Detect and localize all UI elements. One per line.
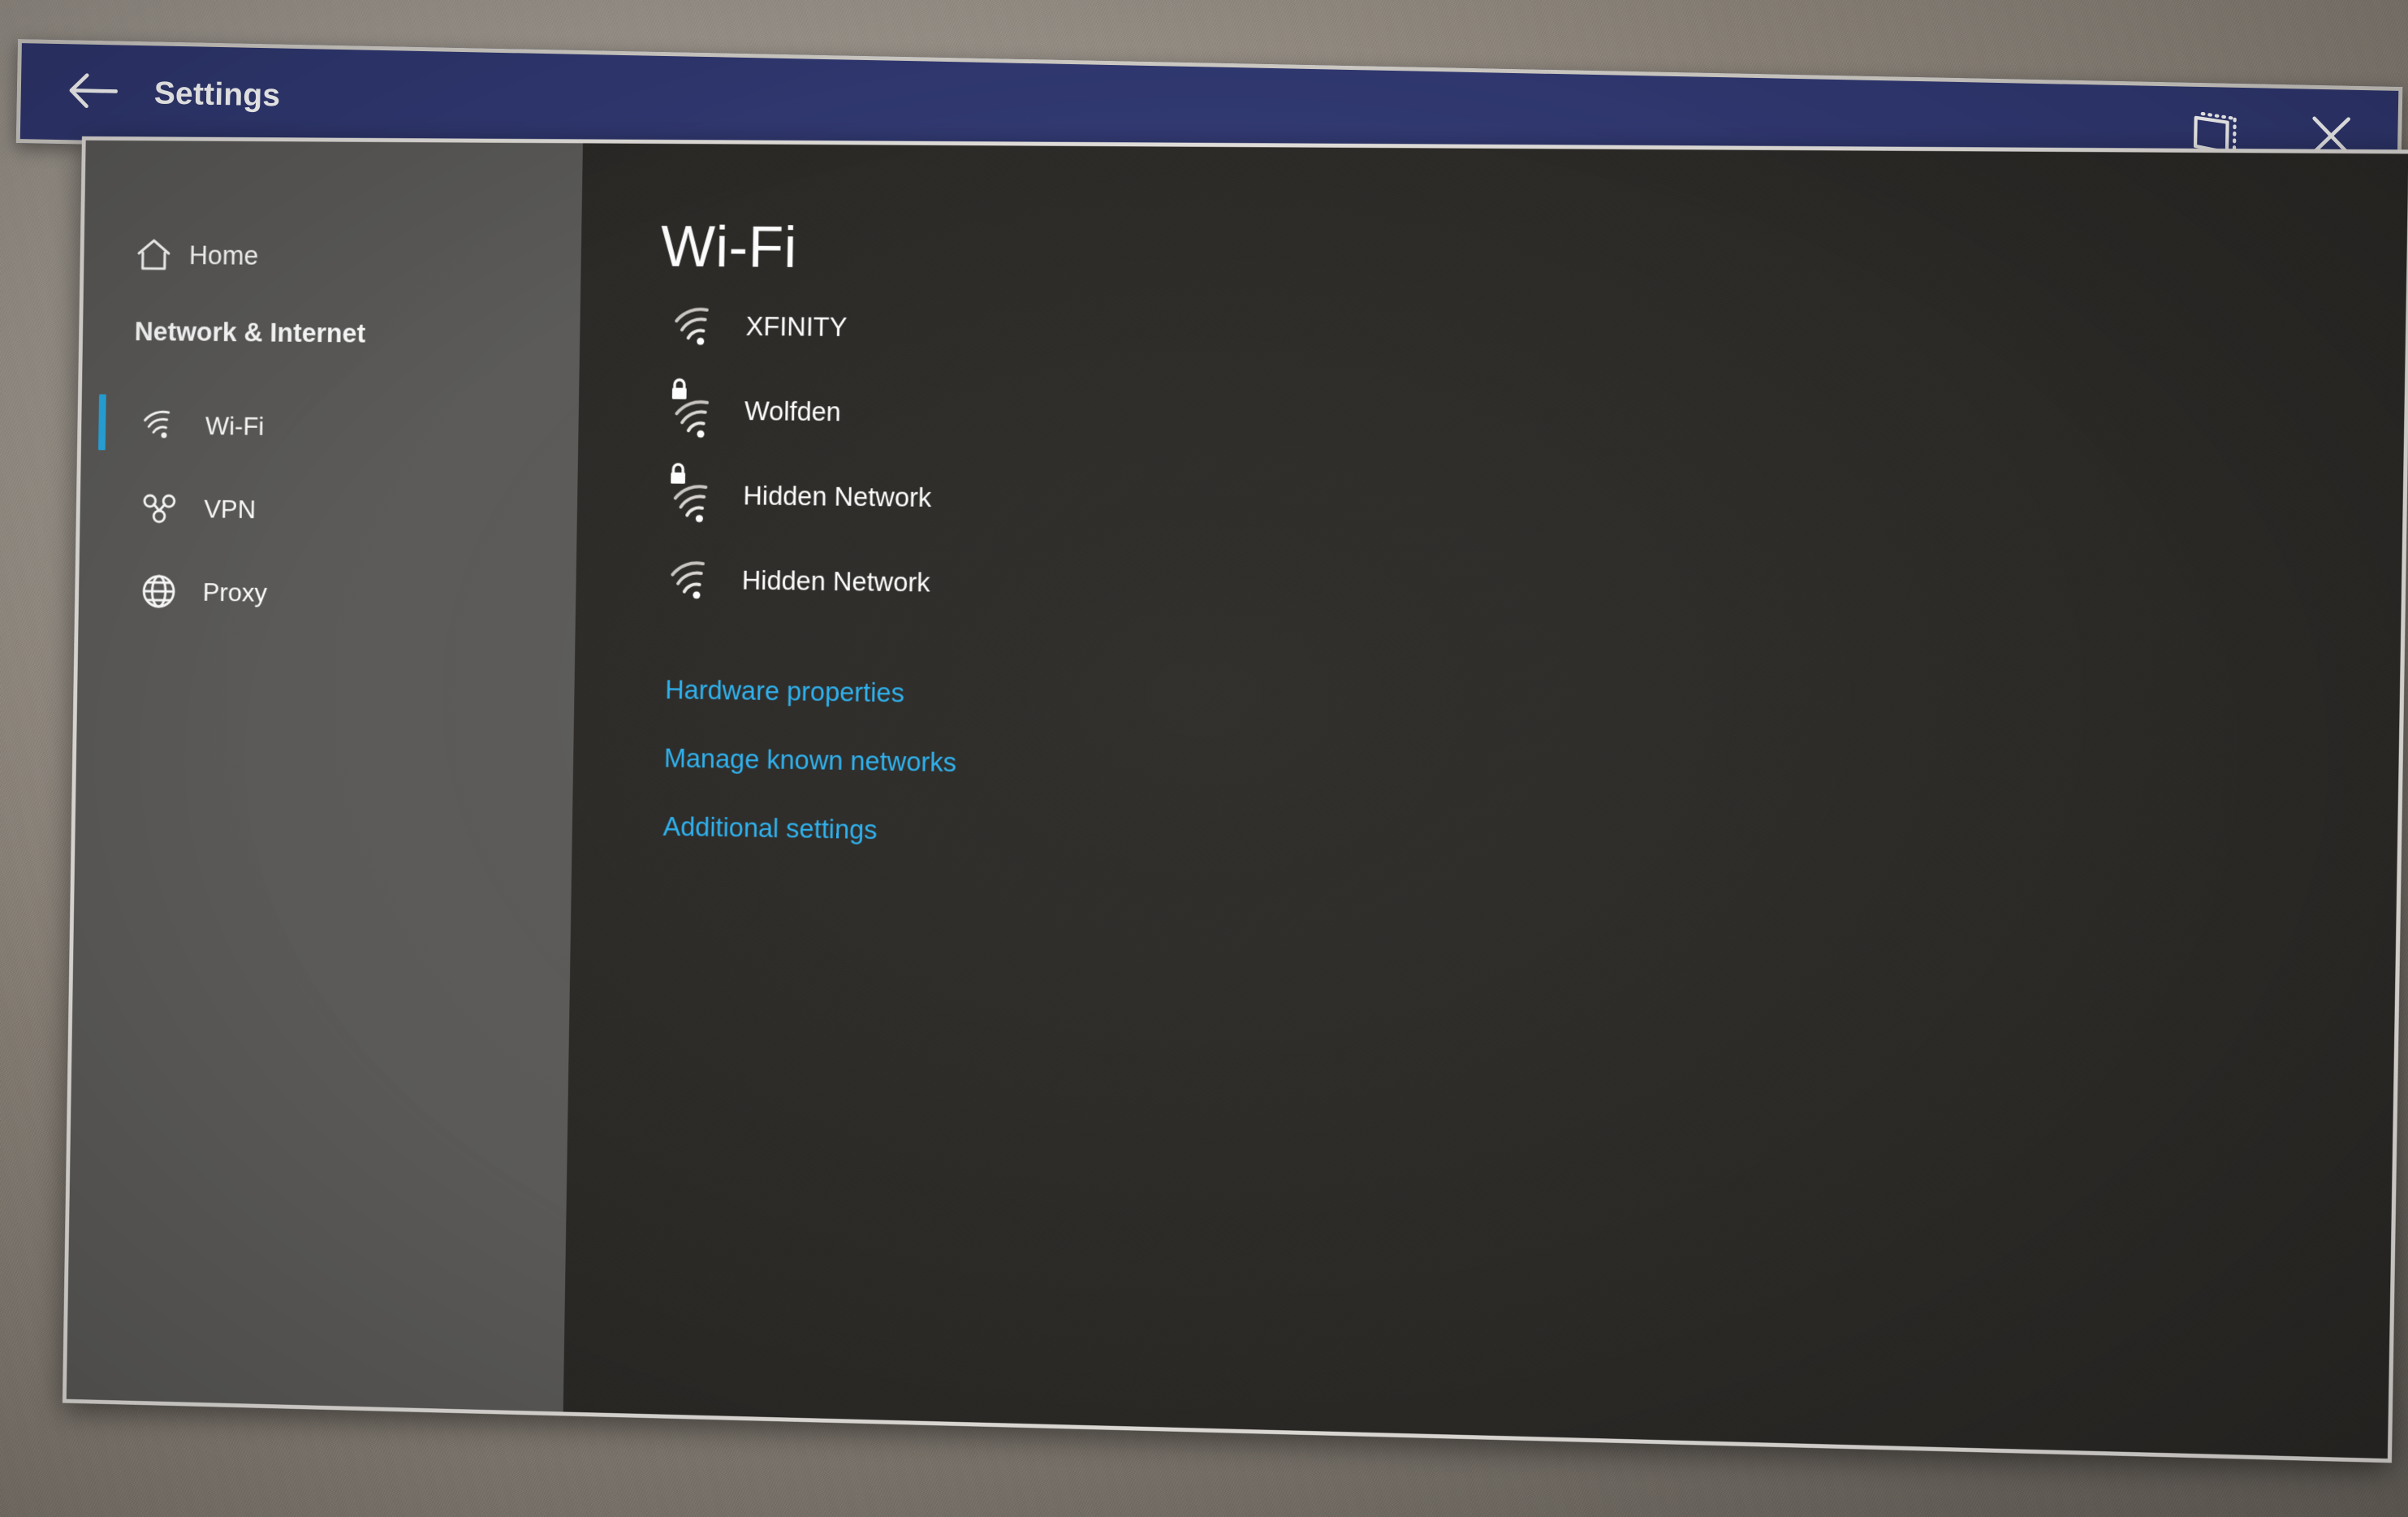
network-name: Wolfden [744,395,842,427]
network-name: Hidden Network [743,480,932,512]
manage-known-networks-link[interactable]: Manage known networks [664,743,957,778]
network-name: Hidden Network [741,564,930,598]
sidebar-item-wifi[interactable]: Wi-Fi [81,383,580,472]
vpn-icon [141,491,183,525]
sidebar-group-title: Network & Internet [134,316,366,348]
titlebar-spacer [280,97,2144,134]
sidebar-item-home-label: Home [188,240,259,270]
network-list-item[interactable]: Hidden Network [657,460,2404,551]
wifi-icon [142,409,183,442]
settings-content-pane: Wi-Fi XFINITY Wolfden Hidden Network Hid… [563,143,2408,1459]
network-list-item[interactable]: Wolfden [658,374,2405,464]
wifi-icon [666,465,726,525]
sidebar-item-vpn[interactable]: VPN [80,466,578,555]
back-arrow-icon [67,71,119,115]
sidebar-item-proxy[interactable]: Proxy [78,549,576,638]
network-list-item[interactable]: XFINITY [659,290,2406,377]
network-list-item[interactable]: Hidden Network [655,544,2402,638]
network-name: XFINITY [745,311,848,342]
sidebar-item-proxy-label: Proxy [202,577,268,607]
home-icon [136,237,177,273]
window-title: Settings [153,76,281,114]
globe-icon [140,572,181,611]
sidebar-item-wifi-label: Wi-Fi [205,410,265,441]
back-button[interactable] [48,50,137,136]
settings-sidebar: Home Network & Internet Wi-Fi VPN Proxy [66,140,583,1412]
hardware-properties-link[interactable]: Hardware properties [665,674,904,708]
settings-window: Home Network & Internet Wi-Fi VPN Proxy … [62,136,2408,1463]
sidebar-item-vpn-label: VPN [204,494,257,524]
sidebar-item-home[interactable]: Home [84,223,581,290]
additional-settings-link[interactable]: Additional settings [662,811,877,845]
wifi-icon [665,550,725,610]
wifi-icon [669,296,729,356]
page-title: Wi-Fi [660,214,798,280]
wifi-icon [667,381,727,441]
sidebar-selection-indicator [98,394,106,451]
window-body-container: Home Network & Internet Wi-Fi VPN Proxy … [0,0,2408,1517]
content-links: Hardware properties Manage known network… [652,674,2400,871]
